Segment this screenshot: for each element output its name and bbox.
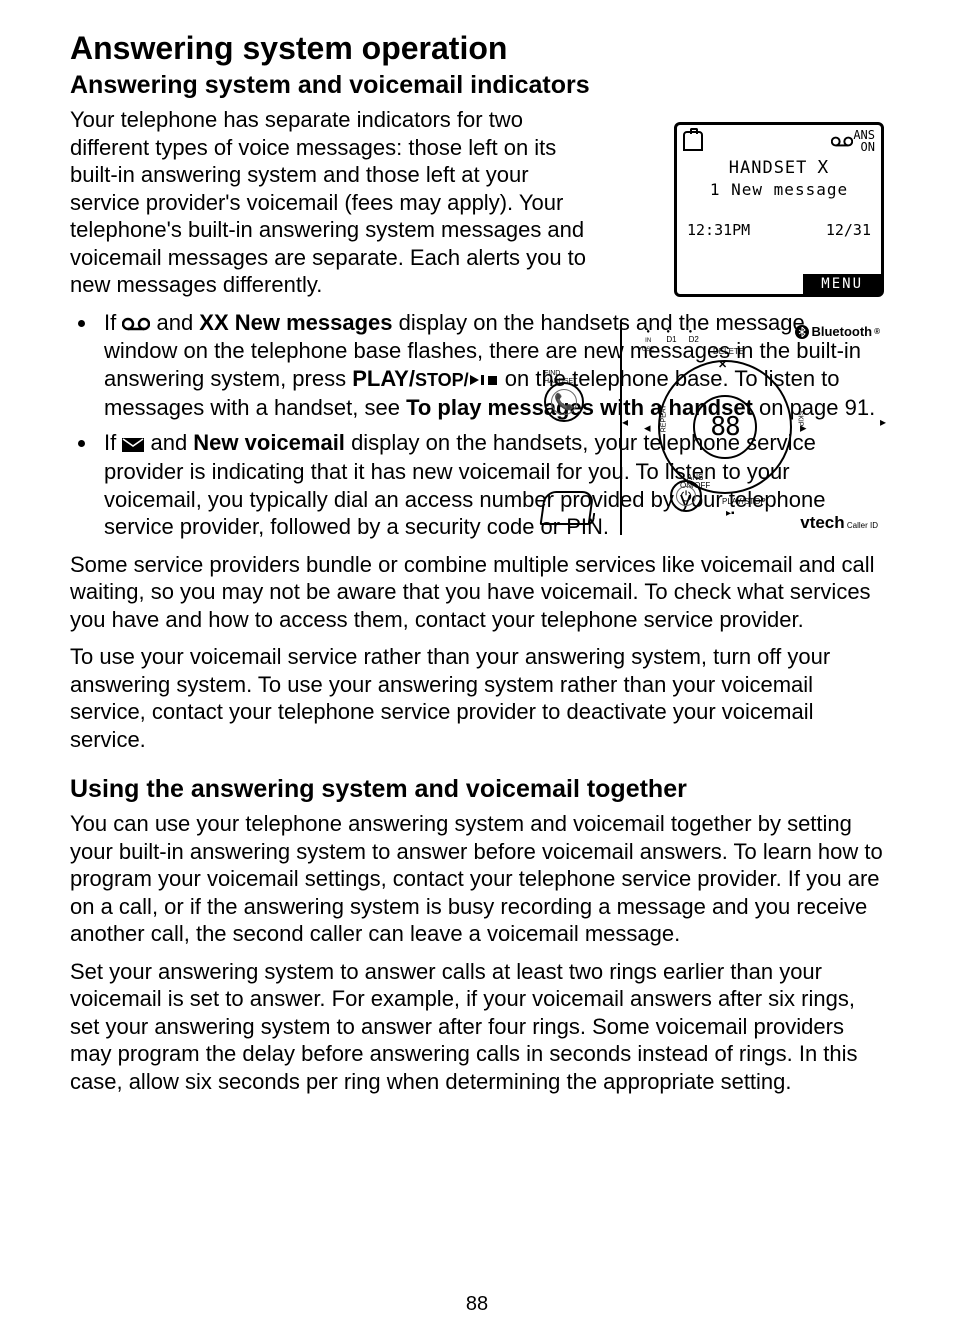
base-station-figure: FIND HANDSET 📞 ●IN USE ●D1 ●D2 Bluetooth…	[544, 320, 884, 535]
handset-label: HANDSET	[729, 158, 808, 178]
handset-number: X	[817, 157, 829, 178]
section-heading-indicators: Answering system and voicemail indicator…	[70, 71, 884, 100]
repeat-arrow-icon: ◂	[644, 420, 651, 436]
delete-label: DELETE	[713, 348, 744, 356]
clock-time: 12:31PM	[687, 221, 750, 239]
paragraph-together-1: You can use your telephone answering sys…	[70, 810, 884, 948]
intro-paragraph: Your telephone has separate indicators f…	[70, 106, 590, 299]
play-stop-icon	[469, 366, 499, 394]
skip-arrow-icon: ▸	[800, 420, 807, 436]
play-stop-symbol-icon: ▸▪	[726, 508, 735, 519]
message-count-display: 88	[693, 395, 757, 459]
page-title: Answering system operation	[70, 30, 884, 67]
ans-status-line2: ON	[853, 141, 875, 153]
bluetooth-icon	[795, 325, 809, 339]
bluetooth-label: Bluetooth®	[795, 324, 880, 339]
in-use-indicator: ●IN USE	[642, 326, 654, 353]
section-heading-together: Using the answering system and voicemail…	[70, 775, 884, 804]
play-stop-label: PLAY/STOP	[722, 498, 766, 506]
handset-screen-figure: ANS ON HANDSET X 1 New message 12:31PM 1…	[674, 122, 884, 297]
paragraph-together-2: Set your answering system to answer call…	[70, 958, 884, 1096]
tape-icon: ANS ON	[831, 129, 875, 153]
handset-cradle-icon	[540, 491, 595, 525]
tape-icon	[122, 310, 150, 338]
paragraph-bundle: Some service providers bundle or combine…	[70, 551, 884, 634]
d1-indicator: ●D1	[666, 326, 676, 353]
menu-softkey: MENU	[803, 274, 881, 294]
d2-indicator: ●D2	[689, 326, 699, 353]
paragraph-switch: To use your voicemail service rather tha…	[70, 643, 884, 753]
control-wheel: 88	[658, 360, 792, 494]
clock-date: 12/31	[826, 221, 871, 239]
left-nav-icon: ◂	[622, 415, 628, 429]
page-number: 88	[0, 1293, 954, 1316]
manual-page: Answering system operation Answering sys…	[0, 0, 954, 1336]
brand-label: vtech Caller ID	[800, 513, 878, 533]
right-nav-icon: ▸	[880, 415, 886, 429]
find-handset-button: 📞	[544, 382, 584, 422]
battery-icon	[683, 131, 703, 151]
envelope-icon	[122, 431, 144, 459]
power-button: ⏻	[670, 480, 702, 512]
new-message-line: 1 New message	[677, 178, 881, 199]
